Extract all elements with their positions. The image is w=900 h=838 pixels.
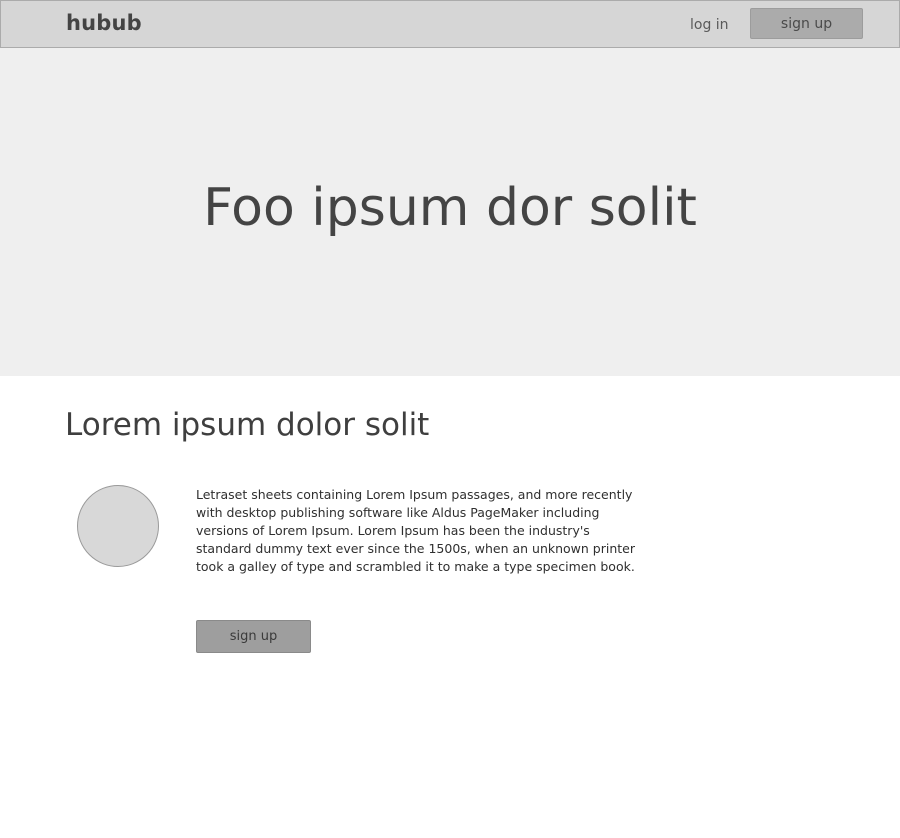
hero-title: Foo ipsum dor solit	[203, 178, 697, 238]
cta-signup-button[interactable]: sign up	[196, 620, 311, 653]
body-paragraph: Letraset sheets containing Lorem Ipsum p…	[196, 487, 635, 574]
nav-signup-label: sign up	[780, 15, 833, 32]
brand-logo[interactable]: hubub	[66, 11, 142, 35]
login-link[interactable]: log in	[690, 17, 729, 33]
avatar-placeholder	[77, 485, 159, 567]
top-navbar: hubub log in sign up	[0, 0, 900, 48]
hero-banner: Foo ipsum dor solit	[0, 48, 900, 376]
section-heading: Lorem ipsum dolor solit	[65, 407, 430, 443]
nav-signup-button[interactable]: sign up	[750, 8, 863, 39]
cta-signup-label: sign up	[229, 629, 278, 644]
